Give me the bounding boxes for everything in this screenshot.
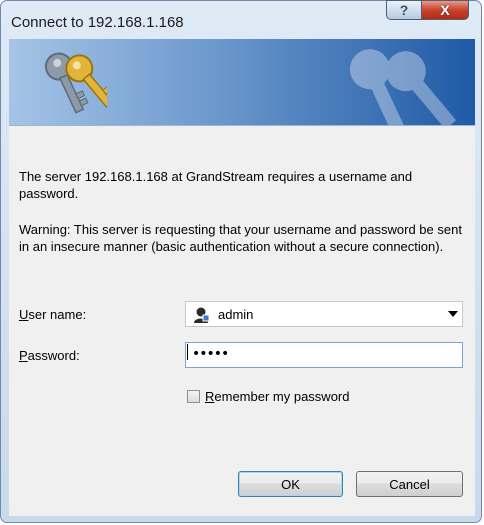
text-caret [187,343,188,360]
title-bar[interactable]: Connect to 192.168.1.168 ? X [1,0,481,39]
remember-password-label: Remember my password [205,389,350,404]
banner [9,39,475,125]
username-label-rest: ser name: [28,307,87,322]
username-value: admin [218,307,254,322]
close-button[interactable]: X [421,0,469,20]
password-field[interactable]: ••••• [185,342,463,368]
cancel-button-label: Cancel [389,476,430,492]
checkbox-box[interactable] [187,390,200,403]
keys-icon [37,45,118,125]
username-label: User name: [19,307,87,322]
password-label: Password: [19,348,80,363]
window-title: Connect to 192.168.1.168 [11,14,184,31]
remember-password-checkbox[interactable]: Remember my password [187,389,350,404]
help-button[interactable]: ? [386,0,422,20]
user-avatar-icon [192,306,210,329]
cancel-button[interactable]: Cancel [356,471,463,497]
username-combobox[interactable]: admin [185,301,463,327]
dialog-content: The server 192.168.1.168 at GrandStream … [9,125,475,516]
login-dialog-window: Connect to 192.168.1.168 ? X The server … [0,0,482,523]
password-label-rest: assword: [27,348,80,363]
password-value: ••••• [192,346,229,362]
ok-button[interactable]: OK [238,471,343,497]
keys-watermark-icon [329,39,459,125]
close-icon: X [440,2,450,18]
chevron-down-icon[interactable] [448,311,458,317]
help-icon: ? [399,2,409,18]
ok-button-label: OK [281,476,300,492]
server-message: The server 192.168.1.168 at GrandStream … [19,169,413,201]
security-warning: Warning: This server is requesting that … [19,222,462,254]
